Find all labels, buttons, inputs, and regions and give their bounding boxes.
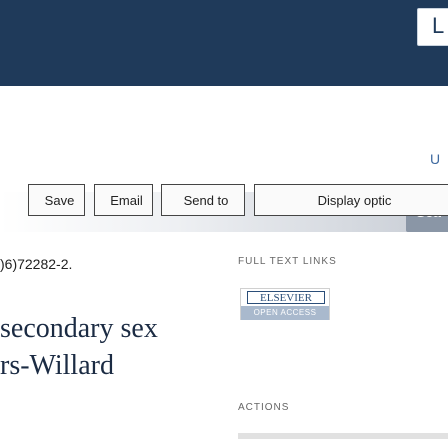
email-button[interactable]: Email: [94, 184, 153, 216]
elsevier-logo: ELSEVIER: [247, 291, 325, 304]
send-to-button[interactable]: Send to: [161, 184, 245, 216]
article-title-line-1: secondary sex: [0, 313, 158, 344]
header-background: [0, 0, 406, 86]
display-options-button[interactable]: Display optic: [254, 184, 448, 216]
user-menu-text: L: [432, 13, 445, 38]
user-guide-link[interactable]: U: [430, 151, 440, 167]
header-banner: L: [0, 0, 448, 86]
actions-heading: ACTIONS: [238, 402, 290, 413]
save-button[interactable]: Save: [28, 184, 85, 216]
elsevier-open-access-link[interactable]: ELSEVIER OPEN ACCESS: [240, 288, 330, 320]
actions-divider: [238, 433, 448, 439]
full-text-links-heading: FULL TEXT LINKS: [238, 256, 337, 267]
article-title-line-2: rs-Willard: [0, 350, 114, 381]
search-bar: Sea: [0, 96, 448, 232]
doi-text: )6)72282-2.: [0, 256, 73, 272]
open-access-label: OPEN ACCESS: [241, 306, 329, 320]
